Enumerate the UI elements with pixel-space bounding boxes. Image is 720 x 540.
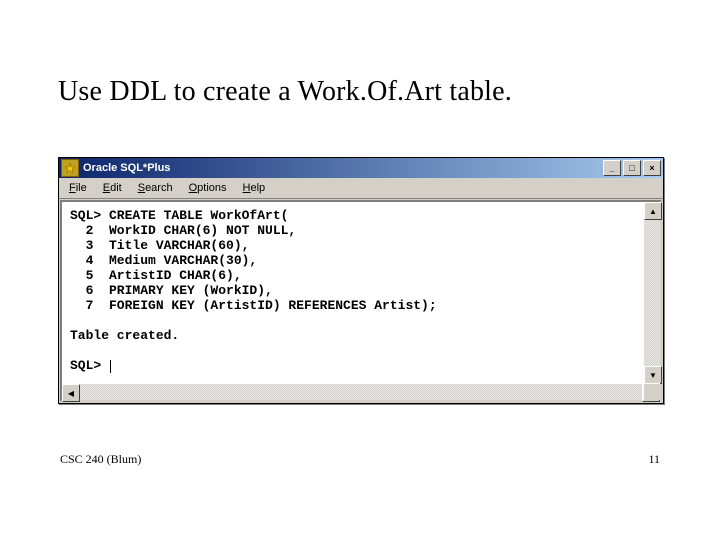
titlebar: Oracle SQL*Plus _ □ × [59,158,663,178]
close-button[interactable]: × [643,160,661,176]
maximize-button[interactable]: □ [623,160,641,176]
scroll-left-button[interactable]: ◀ [62,384,80,402]
app-icon [61,159,79,177]
scroll-track-vertical[interactable] [644,220,660,366]
sqlplus-window: Oracle SQL*Plus _ □ × File Edit Search O… [58,157,664,404]
slide-number: 11 [648,452,660,467]
slide-footer-left: CSC 240 (Blum) [60,452,141,467]
client-area: SQL> CREATE TABLE WorkOfArt( 2 WorkID CH… [60,200,662,402]
slide-title: Use DDL to create a Work.Of.Art table. [58,76,512,108]
window-title: Oracle SQL*Plus [83,162,170,174]
menu-search[interactable]: Search [130,180,181,196]
menu-file[interactable]: File [61,180,95,196]
menubar: File Edit Search Options Help [59,178,663,199]
scroll-track-horizontal[interactable] [80,384,642,400]
scrollbar-corner [643,383,660,400]
menu-edit[interactable]: Edit [95,180,130,196]
scroll-down-button[interactable]: ▼ [644,366,662,384]
terminal-output[interactable]: SQL> CREATE TABLE WorkOfArt( 2 WorkID CH… [62,202,660,400]
minimize-button[interactable]: _ [603,160,621,176]
scroll-up-button[interactable]: ▲ [644,202,662,220]
text-cursor [110,360,111,373]
menu-options[interactable]: Options [181,180,235,196]
horizontal-scrollbar[interactable]: ◀ ▶ [62,384,660,400]
menu-help[interactable]: Help [235,180,274,196]
vertical-scrollbar[interactable]: ▲ ▼ [644,202,660,384]
